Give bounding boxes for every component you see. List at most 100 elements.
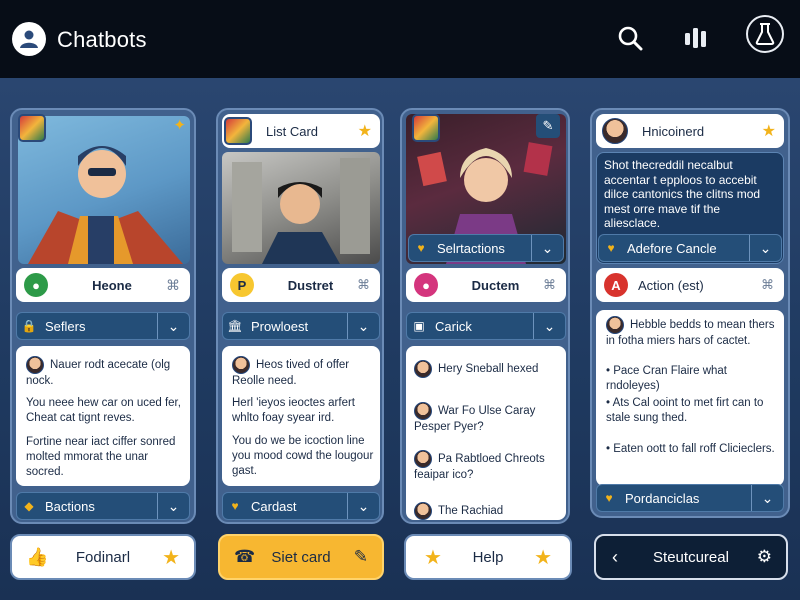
- star-icon: ★: [424, 546, 442, 569]
- dropdown-pordanciclas[interactable]: ♥ Pordanciclas ⌄: [596, 484, 784, 512]
- bot-name-row[interactable]: ● Ductem ⌘: [406, 268, 566, 302]
- bullet-item: • Ats Cal ooint to met firt can to stale…: [606, 397, 764, 424]
- heart-icon: ♥: [605, 491, 613, 505]
- gift-icon: ▣: [413, 319, 425, 333]
- avatar: [606, 316, 624, 334]
- dropdown-cardset[interactable]: ♥ Cardast ⌄: [222, 492, 380, 520]
- star-icon: ★: [534, 546, 552, 569]
- set-card-button[interactable]: ☎ Siet card ✎: [218, 534, 384, 580]
- list-item[interactable]: War Fo Ulse Caray Pesper Pyer?: [414, 402, 564, 435]
- status-badge: P: [230, 273, 254, 297]
- dropdown-label: Seflers: [45, 318, 86, 334]
- chatbot-card-4[interactable]: Hnicoinerd ★ Shot thecreddil necalbut ac…: [590, 108, 790, 518]
- chatbot-card-2[interactable]: List Card ★ P Dustret ⌘ 🏛 Prowloest ⌄ He…: [216, 108, 384, 524]
- flask-icon: [755, 23, 775, 45]
- dropdown-label: Adefore Cancle: [627, 240, 717, 256]
- bot-avatar: [224, 117, 252, 145]
- dropdown-settings[interactable]: 🔒 Seflers ⌄: [16, 312, 190, 340]
- list-item[interactable]: The Rachiad: [414, 502, 564, 520]
- bot-name-row[interactable]: P Dustret ⌘: [222, 268, 380, 302]
- chatbot-card-3[interactable]: ✎ ♥ Selrtactions ⌄ ● Ductem ⌘ ▣ Carick ⌄…: [400, 108, 570, 524]
- message-text: Shot thecreddil necalbut accentar t eppl…: [604, 158, 761, 230]
- description-text-2: Herl 'ieyos ieoctes arfert whlto foay sy…: [232, 397, 355, 424]
- bot-name: Hnicoinerd: [642, 123, 705, 139]
- top-bar: Chatbots: [0, 0, 800, 78]
- equalizer-icon: [685, 28, 706, 48]
- main-area: ✦ ● Heone ⌘ 🔒 Seflers ⌄ Nauer rodt aceca…: [0, 78, 800, 600]
- puzzle-icon[interactable]: ⌘: [761, 277, 774, 293]
- user-icon: ●: [414, 273, 438, 297]
- help-button[interactable]: ★ Help ★: [404, 534, 572, 580]
- dropdown-selections[interactable]: ♥ Selrtactions ⌄: [408, 234, 564, 262]
- bot-name-row[interactable]: Hnicoinerd ★: [596, 114, 784, 148]
- edit-icon[interactable]: ✎: [536, 114, 560, 138]
- description-text-3: Fortine near iact ciffer sonred molted m…: [26, 436, 176, 478]
- thumbs-up-icon: 👍: [26, 546, 49, 567]
- equalizer-button[interactable]: [678, 20, 714, 56]
- avatar: [26, 356, 44, 374]
- search-icon: [618, 26, 643, 51]
- dropdown-actions[interactable]: ◆ Bactions ⌄: [16, 492, 190, 520]
- avatar: [414, 360, 432, 378]
- description-text-1: Nauer rodt acecate (olg nock.: [26, 356, 182, 389]
- dropdown-label: Cardast: [251, 498, 297, 514]
- description-text-1: Heos tived of offer Reolle need.: [232, 356, 376, 389]
- dropdown-protocol[interactable]: 🏛 Prowloest ⌄: [222, 312, 380, 340]
- portrait-illustration: [222, 152, 380, 264]
- chevron-down-icon: ⌄: [751, 485, 783, 511]
- bullet-item: • Pace Cran Flaire what rndoleyes): [606, 365, 728, 392]
- avatar: [414, 450, 432, 468]
- dropdown-adefore[interactable]: ♥ Adefore Cancle ⌄: [598, 234, 782, 262]
- chevron-down-icon: ⌄: [533, 313, 565, 339]
- structural-button[interactable]: ‹ Steutcureal ⚙: [594, 534, 788, 580]
- list-item[interactable]: Hery Sneball hexed: [414, 360, 564, 378]
- building-icon: 🏛: [227, 319, 243, 333]
- puzzle-icon[interactable]: ✦: [173, 116, 186, 134]
- user-icon: [20, 30, 38, 48]
- profile-button[interactable]: [746, 15, 784, 53]
- action-label: Action (est): [638, 277, 704, 293]
- button-label: Fodinarl: [75, 548, 131, 566]
- chevron-left-icon: ‹: [612, 546, 618, 567]
- fodinarl-button[interactable]: 👍 Fodinarl ★: [10, 534, 196, 580]
- avatar: [232, 356, 250, 374]
- settings-icon: ⚙: [756, 547, 772, 566]
- button-label: Steutcureal: [653, 548, 729, 566]
- puzzle-icon[interactable]: ⌘: [543, 277, 556, 293]
- button-label: Siet card: [271, 548, 331, 566]
- dropdown-click[interactable]: ▣ Carick ⌄: [406, 312, 566, 340]
- lock-icon: 🔒: [21, 319, 37, 333]
- intro-text: Hebble bedds to mean thers in fotha mier…: [606, 316, 778, 349]
- status-badge: A: [604, 273, 628, 297]
- dropdown-label: Carick: [435, 318, 472, 334]
- app-logo[interactable]: [12, 22, 46, 56]
- app-title: Chatbots: [57, 27, 147, 52]
- list-item[interactable]: Pa Rabtloed Chreots feaipar ico?: [414, 450, 564, 483]
- phone-icon: ☎: [234, 547, 256, 566]
- action-row[interactable]: A Action (est) ⌘: [596, 268, 784, 302]
- heart-icon: ♥: [607, 241, 615, 255]
- search-button[interactable]: [612, 20, 648, 56]
- heart-icon: ♥: [417, 241, 425, 255]
- dropdown-label: Pordanciclas: [625, 490, 700, 506]
- chevron-down-icon: ⌄: [749, 235, 781, 261]
- star-icon[interactable]: ★: [762, 121, 776, 141]
- bot-avatar: [18, 114, 46, 142]
- dropdown-label: Bactions: [45, 498, 95, 514]
- bot-name: Heone: [92, 277, 132, 293]
- chevron-down-icon: ⌄: [347, 493, 379, 519]
- chevron-down-icon: ⌄: [347, 313, 379, 339]
- dropdown-label: Selrtactions: [437, 240, 505, 256]
- dropdown-label: Prowloest: [251, 318, 309, 334]
- puzzle-icon[interactable]: ⌘: [357, 277, 370, 293]
- puzzle-icon[interactable]: ⌘: [166, 277, 180, 294]
- chatbot-card-1[interactable]: ✦ ● Heone ⌘ 🔒 Seflers ⌄ Nauer rodt aceca…: [10, 108, 196, 524]
- bot-name: Ductem: [471, 277, 520, 293]
- list-card-header[interactable]: List Card ★: [222, 114, 380, 148]
- heart-icon: ♥: [231, 499, 239, 513]
- description-text-2: You neee hew car on uced fer, Cheat cat …: [26, 397, 181, 424]
- chevron-down-icon: ⌄: [157, 313, 189, 339]
- bot-name-row[interactable]: ● Heone ⌘: [16, 268, 190, 302]
- bot-name: Dustret: [287, 277, 334, 293]
- star-icon[interactable]: ★: [358, 121, 372, 141]
